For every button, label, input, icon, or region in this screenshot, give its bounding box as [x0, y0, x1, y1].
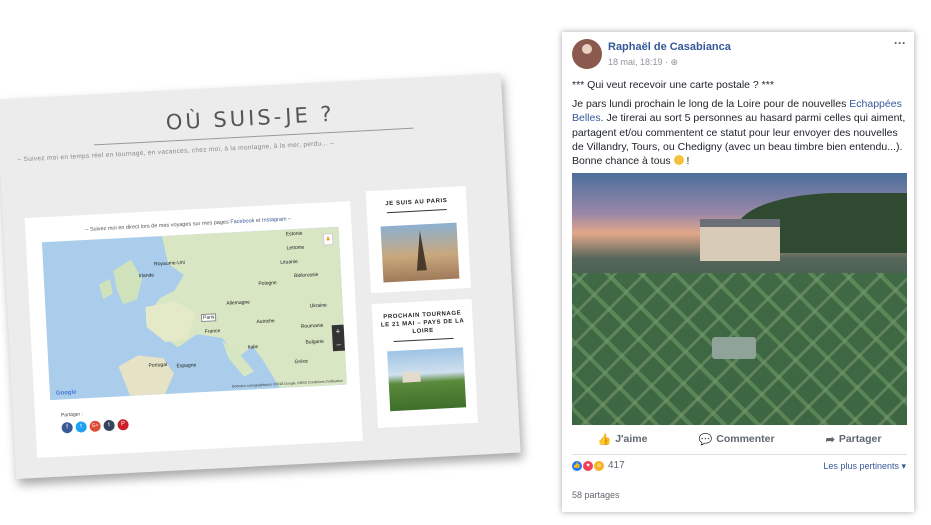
map-caption-and: et: [255, 217, 261, 225]
street-view-pegman-icon[interactable]: ♟: [322, 233, 334, 246]
sidebar-paris-box: JE SUIS AU PARIS: [365, 186, 471, 294]
post-paragraph: Je pars lundi prochain le long de la Loi…: [572, 97, 906, 168]
map-label-espagne: Espagne: [176, 362, 197, 370]
reaction-count: 417: [608, 460, 625, 471]
twitter-share-icon[interactable]: t: [75, 421, 87, 433]
map-label-italie: Italie: [247, 344, 259, 351]
photo-chateau: [700, 227, 780, 261]
actions-divider: [572, 454, 907, 455]
post-text-middle: . Je tirerai au sort 5 personnes au hasa…: [572, 112, 906, 168]
post-timestamp[interactable]: 18 mai, 18:19 · ⊕: [608, 57, 678, 68]
comment-sort-dropdown[interactable]: Les plus pertinents ▾: [823, 461, 906, 472]
photo-fountain: [712, 337, 756, 359]
share-button[interactable]: ➦ Partager: [826, 430, 882, 448]
sidebar-tournage-divider: [393, 337, 454, 343]
map-land: [99, 226, 347, 396]
map-label-grece: Grèce: [294, 358, 309, 366]
map-label-lettonie: Lettonie: [286, 244, 305, 252]
facebook-link[interactable]: Facebook: [230, 218, 254, 225]
share-buttons: f t G+ t P: [61, 419, 129, 434]
website-screenshot-card: OÙ SUIS-JE ? – Suivez moi en temps réel …: [0, 73, 521, 479]
map-label-bielorussie: Biélorussie: [293, 271, 319, 280]
post-actions: 👍 J'aime 💬 Commenter ➦ Partager: [572, 430, 907, 448]
pinterest-share-icon[interactable]: P: [117, 419, 129, 431]
tumblr-share-icon[interactable]: t: [103, 419, 115, 432]
post-text-start: Je pars lundi prochain le long de la Loi…: [572, 98, 847, 111]
map-label-autriche: Autriche: [256, 318, 275, 326]
wow-reaction-icon: o: [594, 460, 604, 471]
sidebar-paris-title: JE SUIS AU PARIS: [385, 198, 448, 208]
paris-photo[interactable]: [380, 222, 460, 283]
sidebar-paris-divider: [386, 209, 447, 214]
europe-map[interactable]: Estonie Lettonie Lituanie Royaume-Uni Bi…: [41, 226, 347, 401]
eiffel-tower-icon: [414, 230, 427, 271]
map-label-irlande: Irlande: [138, 272, 155, 280]
comment-label: Commenter: [716, 433, 775, 445]
smiley-emoji-icon: [673, 155, 684, 166]
map-label-roumanie: Roumanie: [300, 322, 324, 330]
thumbs-up-icon: 👍: [597, 433, 612, 446]
loire-photo[interactable]: [387, 347, 467, 412]
love-reaction-icon: ♥: [583, 460, 593, 471]
comment-button[interactable]: 💬 Commenter: [699, 430, 775, 448]
like-reaction-icon: 👍: [572, 460, 582, 471]
map-label-pologne: Pologne: [258, 280, 277, 288]
chateau-thumbnail-icon: [402, 371, 421, 383]
like-label: J'aime: [615, 433, 648, 445]
post-headline: *** Qui veut recevoir une carte postale …: [572, 79, 774, 91]
facebook-post-card: Raphaël de Casabianca 18 mai, 18:19 · ⊕ …: [562, 32, 914, 512]
zoom-in-button[interactable]: +: [332, 325, 345, 339]
sidebar-tournage-box: PROCHAIN TOURNAGE LE 21 MAI – PAYS DE LA…: [371, 298, 478, 428]
map-label-bulgarie: Bulgarie: [305, 338, 325, 346]
instagram-link[interactable]: Instagram: [262, 216, 287, 223]
google-plus-share-icon[interactable]: G+: [89, 420, 101, 433]
sidebar-tournage-title: PROCHAIN TOURNAGE LE 21 MAI – PAYS DE LA…: [380, 310, 465, 336]
map-label-france: France: [204, 328, 221, 335]
like-button[interactable]: 👍 J'aime: [598, 430, 648, 448]
post-text-end: !: [686, 155, 690, 168]
map-label-paris: Paris: [200, 313, 217, 323]
reaction-summary[interactable]: 👍 ♥ o 417: [572, 460, 625, 471]
map-label-lituanie: Lituanie: [280, 258, 298, 266]
zoom-out-button[interactable]: –: [332, 338, 345, 352]
share-label-fb: Partager: [838, 433, 882, 445]
post-body: *** Qui veut recevoir une carte postale …: [572, 78, 906, 173]
map-label-allemagne: Allemagne: [226, 299, 251, 307]
more-options-icon[interactable]: ···: [894, 36, 906, 50]
map-caption-suffix: –: [287, 216, 292, 223]
map-label-portugal: Portugal: [148, 361, 168, 369]
post-author[interactable]: Raphaël de Casabianca: [608, 41, 731, 53]
map-label-estonie: Estonie: [285, 230, 303, 238]
google-logo: Google: [55, 389, 77, 397]
comment-icon: 💬: [698, 433, 713, 446]
map-label-ukraine: Ukraine: [309, 302, 328, 310]
villandry-gardens-photo[interactable]: [572, 173, 907, 425]
share-arrow-icon: ➦: [825, 433, 835, 446]
map-caption-prefix: – Suivez moi en direct lors de mes voyag…: [85, 219, 229, 233]
share-count[interactable]: 58 partages: [572, 490, 620, 500]
facebook-share-icon[interactable]: f: [61, 421, 73, 434]
map-section: – Suivez moi en direct lors de mes voyag…: [24, 201, 363, 458]
share-label: Partager :: [60, 411, 84, 419]
map-zoom-control[interactable]: + –: [331, 324, 346, 352]
author-avatar[interactable]: [572, 39, 602, 69]
